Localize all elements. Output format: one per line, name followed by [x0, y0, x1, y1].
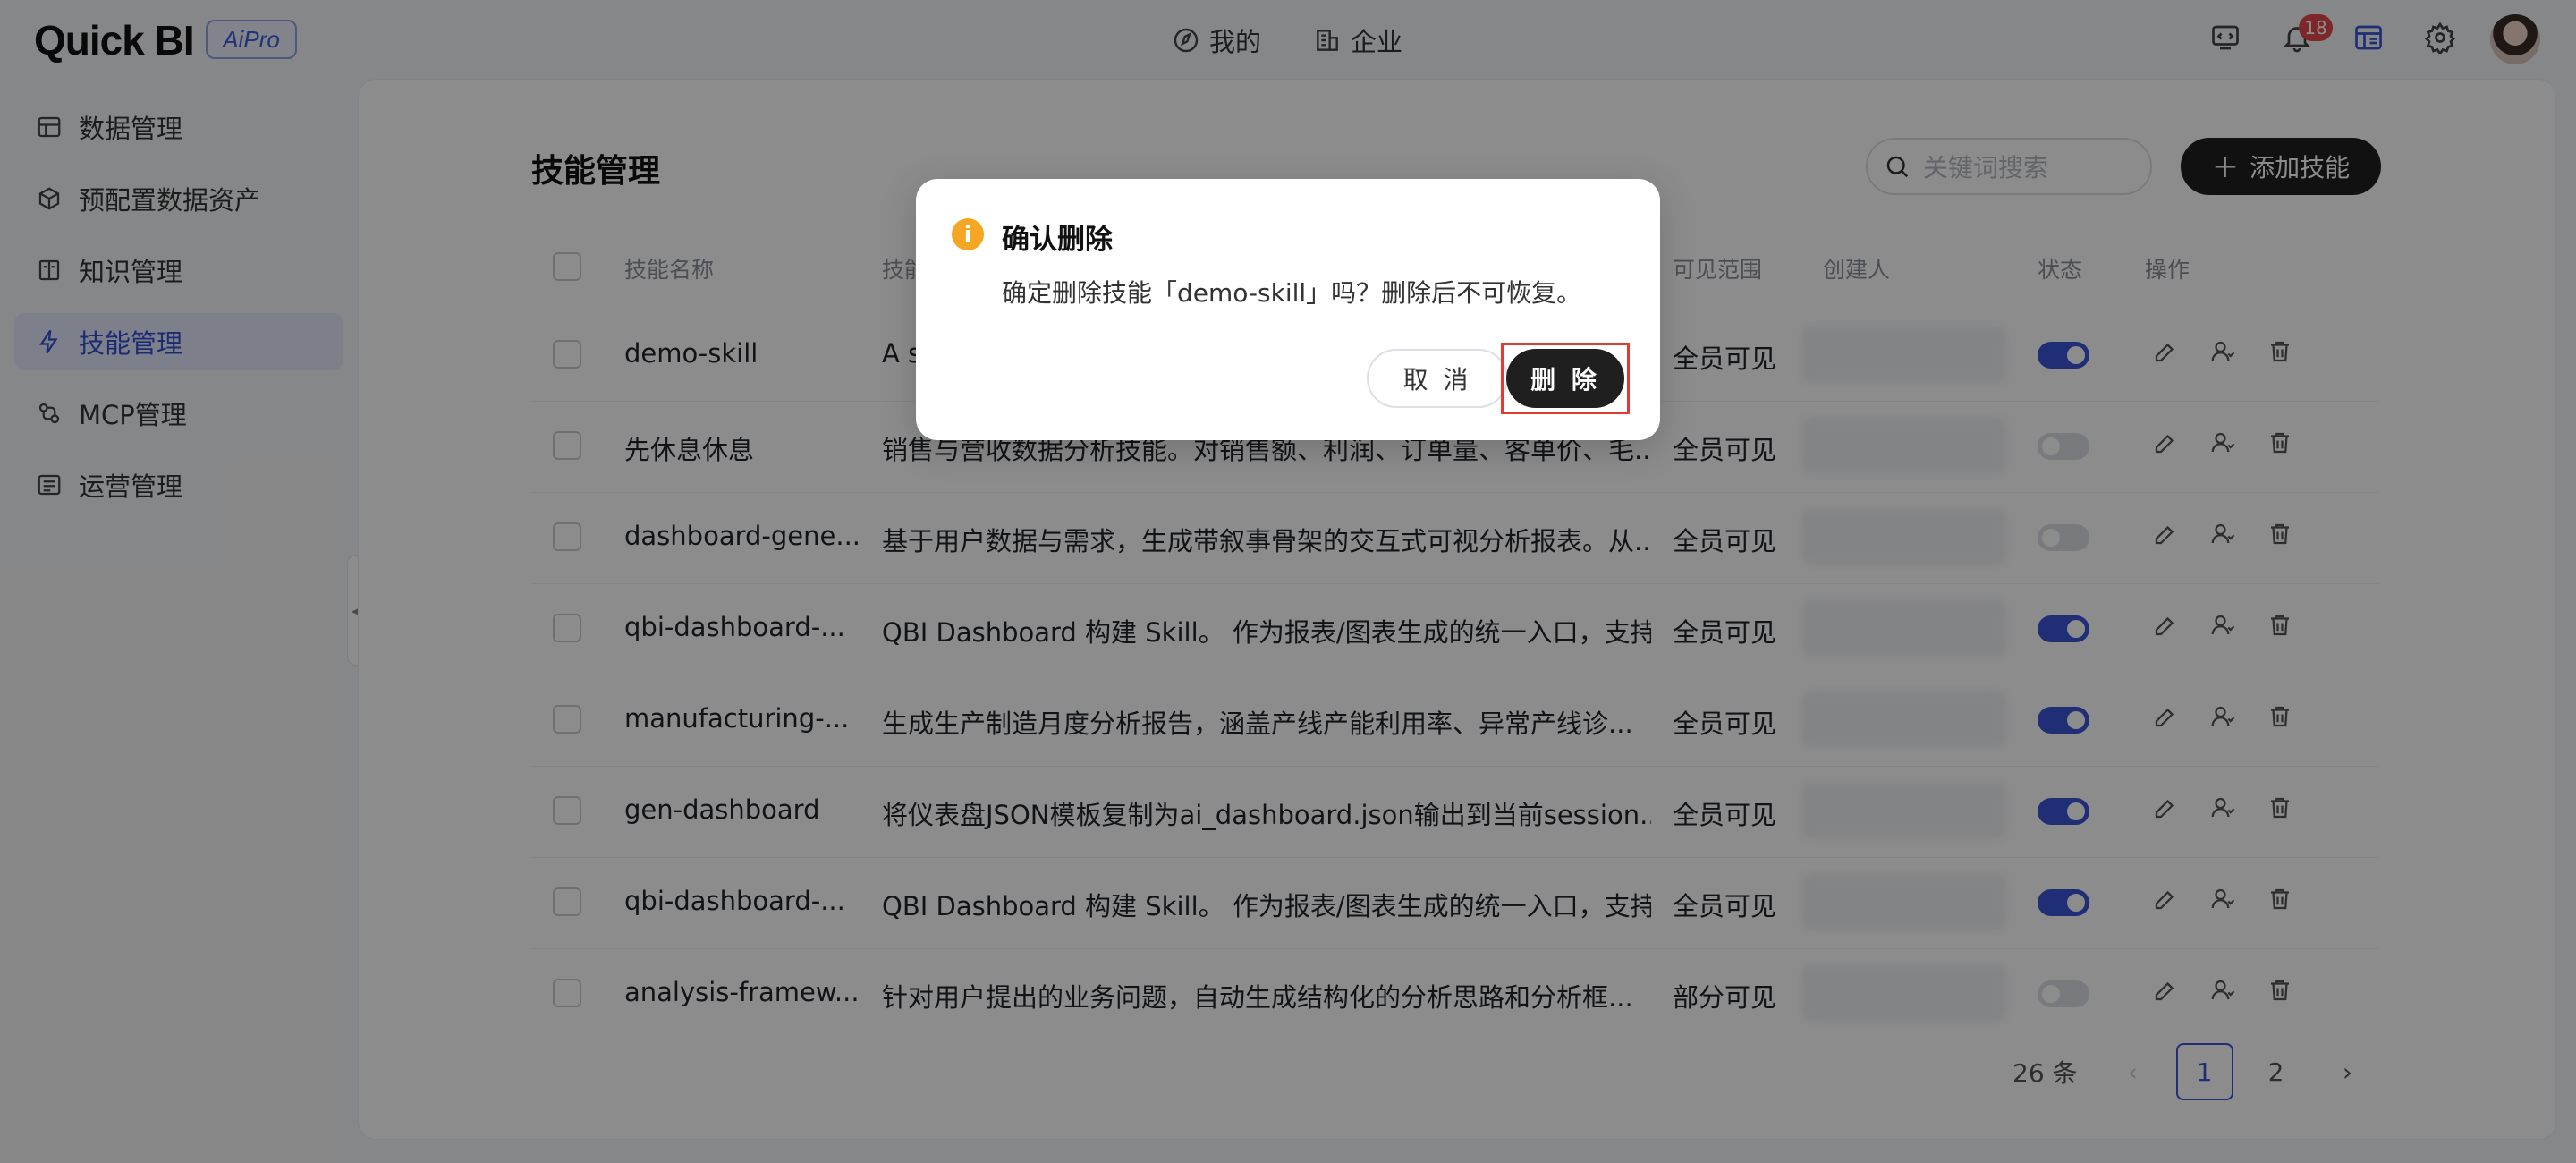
- warning-icon: i: [952, 218, 984, 250]
- cancel-button[interactable]: 取 消: [1367, 349, 1508, 408]
- confirm-delete-button[interactable]: 删 除: [1506, 349, 1624, 408]
- confirm-delete-dialog: i 确认删除 确定删除技能「demo-skill」吗？删除后不可恢复。 取 消 …: [916, 179, 1660, 440]
- modal-mask[interactable]: [0, 0, 2576, 1163]
- dialog-message: 确定删除技能「demo-skill」吗？删除后不可恢复。: [1002, 278, 1582, 308]
- dialog-title: 确认删除: [1002, 224, 1113, 256]
